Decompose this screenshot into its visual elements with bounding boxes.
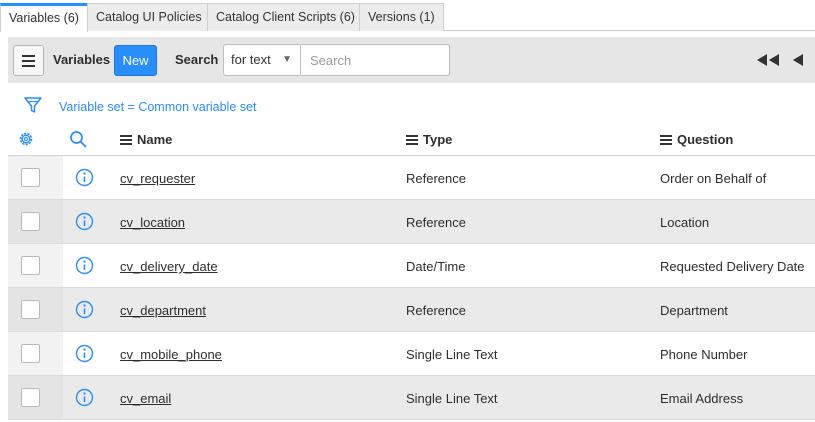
column-header-type[interactable]: Type [406,132,452,147]
variable-name-link[interactable]: cv_location [120,215,185,230]
row-select-cell [8,156,63,199]
variable-type: Reference [406,303,466,318]
variable-name-link[interactable]: cv_email [120,391,171,406]
search-input[interactable] [300,44,450,76]
search-field-select[interactable]: for text ▼ [223,44,301,76]
variable-question: Order on Behalf of [660,171,767,186]
tab-versions[interactable]: Versions (1) [359,3,444,31]
tab-catalog-client-scripts[interactable]: Catalog Client Scripts (6) [207,3,364,31]
variable-question: Email Address [660,391,744,406]
info-icon[interactable] [75,300,94,319]
column-header-name-label: Name [137,132,173,147]
list-title: Variables [53,52,111,67]
row-select-cell [8,288,63,331]
row-checkbox[interactable] [21,256,40,275]
search-label: Search [175,52,219,67]
column-header-question-label: Question [677,132,734,147]
variable-name-link[interactable]: cv_mobile_phone [120,347,222,362]
search-field-value: for text [231,52,271,67]
list-menu-button[interactable] [13,45,44,76]
variable-question: Department [660,303,728,318]
variable-name-link[interactable]: cv_department [120,303,206,318]
info-icon[interactable] [75,168,94,187]
info-icon[interactable] [75,212,94,231]
filter-breadcrumb[interactable]: Variable set = Common variable set [59,100,256,114]
info-icon[interactable] [75,344,94,363]
table-row: cv_mobile_phone Single Line Text Phone N… [8,332,815,376]
tab-catalog-ui-policies[interactable]: Catalog UI Policies [87,3,211,31]
column-header-name[interactable]: Name [120,132,172,147]
info-icon[interactable] [75,256,94,275]
column-header-type-label: Type [423,132,453,147]
table-row: cv_email Single Line Text Email Address [8,376,815,420]
variable-type: Single Line Text [406,391,498,406]
search-icon[interactable] [69,130,87,148]
info-icon[interactable] [75,388,94,407]
variable-question: Requested Delivery Date [660,259,805,274]
row-checkbox[interactable] [21,168,40,187]
hamburger-icon-bar [22,60,35,62]
column-menu-icon[interactable] [120,135,132,145]
row-select-cell [8,200,63,243]
hamburger-icon [22,55,35,57]
column-menu-icon[interactable] [660,135,672,145]
hamburger-icon-bar [22,65,35,67]
list-toolbar: Variables New Search for text ▼ [8,37,815,83]
row-select-cell [8,244,63,287]
table-row: cv_delivery_date Date/Time Requested Del… [8,244,815,288]
variable-type: Date/Time [406,259,466,274]
variable-question: Location [660,215,710,230]
gear-icon[interactable] [17,130,35,148]
variable-question: Phone Number [660,347,748,362]
table-row: cv_location Reference Location [8,200,815,244]
row-select-cell [8,332,63,375]
list-body: cv_requester Reference Order on Behalf o… [8,156,815,420]
variable-type: Reference [406,171,466,186]
column-menu-icon[interactable] [406,135,418,145]
chevron-down-icon: ▼ [282,54,292,65]
row-checkbox[interactable] [21,300,40,319]
previous-page-icon[interactable] [791,50,805,70]
variable-type: Reference [406,215,466,230]
table-row: cv_department Reference Department [8,288,815,332]
column-header-question[interactable]: Question [660,132,733,147]
tab-variables[interactable]: Variables (6) [0,3,88,32]
related-list-tabs: Variables (6) Catalog UI Policies Catalo… [0,0,815,32]
variable-type: Single Line Text [406,347,498,362]
row-checkbox[interactable] [21,212,40,231]
row-select-cell [8,376,63,419]
funnel-icon[interactable] [23,95,43,115]
first-page-icon[interactable] [755,50,783,70]
list-header: Name Type Question [8,122,815,156]
variable-name-link[interactable]: cv_requester [120,171,195,186]
new-button[interactable]: New [114,45,157,76]
row-checkbox[interactable] [21,388,40,407]
table-row: cv_requester Reference Order on Behalf o… [8,156,815,200]
row-checkbox[interactable] [21,344,40,363]
variable-name-link[interactable]: cv_delivery_date [120,259,218,274]
